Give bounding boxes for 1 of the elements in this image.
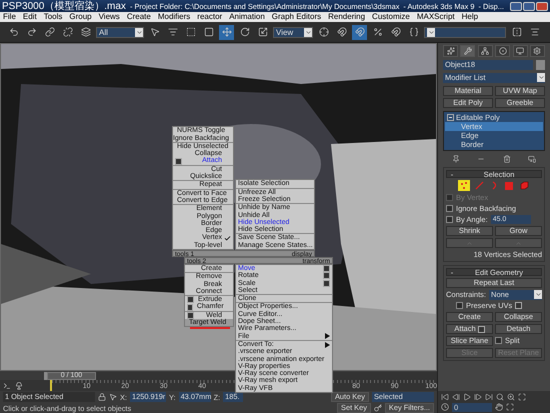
window-title: PSP3000（模型宿染）.max [2, 0, 126, 13]
